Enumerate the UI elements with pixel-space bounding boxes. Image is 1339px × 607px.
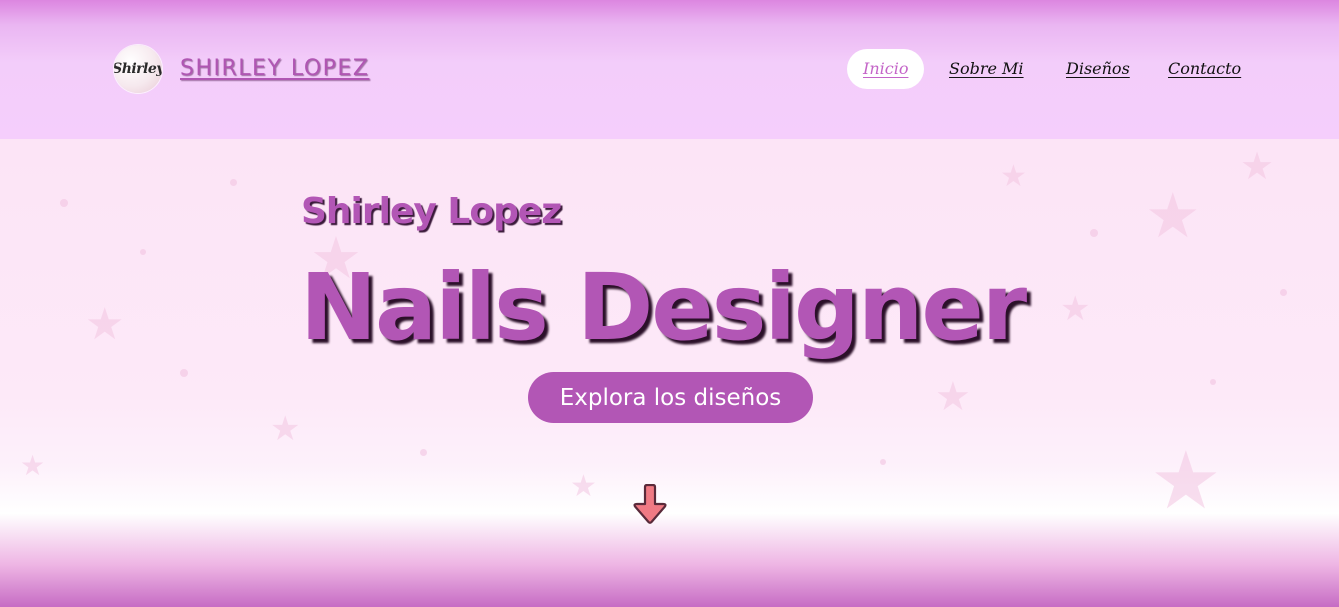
hero-subtitle: Shirley Lopez xyxy=(301,191,562,232)
sparkle-dot xyxy=(1280,289,1287,296)
star-decoration: ★ xyxy=(1145,179,1201,252)
sparkle-dot xyxy=(180,369,188,377)
arrow-down-icon[interactable] xyxy=(631,484,669,528)
nav-item-sobre-mi[interactable]: Sobre Mi xyxy=(949,49,1024,89)
sparkle-dot xyxy=(1090,229,1098,237)
main-nav: Inicio Sobre Mi Diseños Contacto xyxy=(0,49,1339,89)
star-decoration: ★ xyxy=(1000,159,1027,194)
star-decoration: ★ xyxy=(1150,434,1222,527)
star-decoration: ★ xyxy=(935,374,971,420)
site-header: Shirley SHIRLEY LOPEZ Inicio Sobre Mi Di… xyxy=(0,0,1339,139)
explore-designs-button[interactable]: Explora los diseños xyxy=(528,372,813,423)
sparkle-dot xyxy=(420,449,427,456)
nav-item-inicio[interactable]: Inicio xyxy=(847,49,925,89)
sparkle-dot xyxy=(140,249,146,255)
hero-title: Nails Designer xyxy=(300,254,1027,361)
star-decoration: ★ xyxy=(1240,144,1275,188)
star-decoration: ★ xyxy=(85,299,125,350)
sparkle-dot xyxy=(880,459,886,465)
sparkle-dot xyxy=(60,199,68,207)
hero-section: ★ ★ ★ ★ ★ ★ ★ ★ ★ ★ ★ Shirley Lopez Nail… xyxy=(0,139,1339,607)
nav-item-contacto[interactable]: Contacto xyxy=(1168,49,1241,89)
star-decoration: ★ xyxy=(570,469,597,504)
sparkle-dot xyxy=(230,179,237,186)
star-decoration: ★ xyxy=(1060,289,1091,329)
sparkle-dot xyxy=(1210,379,1216,385)
star-decoration: ★ xyxy=(20,449,46,482)
nav-item-disenos[interactable]: Diseños xyxy=(1066,49,1130,89)
star-decoration: ★ xyxy=(270,409,301,449)
